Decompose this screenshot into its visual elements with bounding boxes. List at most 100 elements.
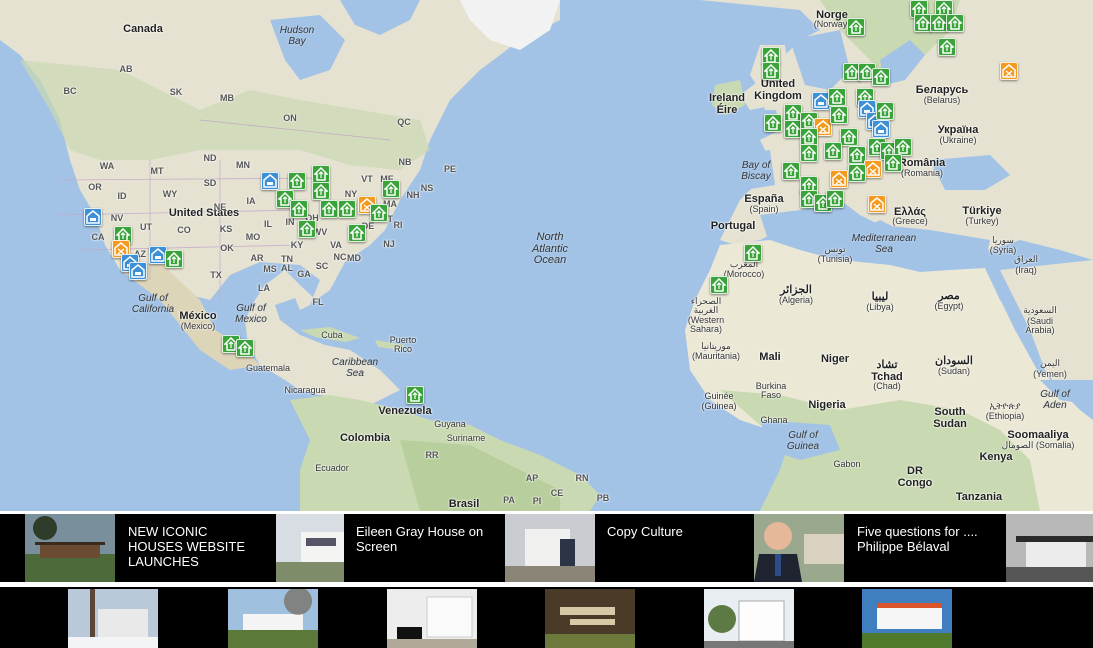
state-label: VT — [361, 174, 373, 184]
news-item[interactable]: NEW ICONIC HOUSES WEBSITE LAUNCHES — [0, 514, 275, 582]
label-romania-sub: (Romania) — [900, 168, 944, 178]
label-north-atlantic: North Atlantic Ocean — [531, 231, 569, 267]
building-marker[interactable] — [261, 172, 279, 190]
house-marker[interactable] — [884, 154, 902, 172]
building-marker[interactable] — [872, 120, 890, 138]
state-label: MT — [150, 166, 164, 176]
label-niger: Niger — [820, 353, 850, 365]
house-marker[interactable] — [320, 200, 338, 218]
house-marker[interactable] — [165, 250, 183, 268]
house-marker[interactable] — [828, 88, 846, 106]
state-label: ND — [203, 153, 217, 163]
house-marker[interactable] — [824, 142, 842, 160]
house-marker[interactable] — [348, 224, 366, 242]
news-item[interactable]: Eileen Gray House on Screen — [276, 514, 504, 582]
news-item[interactable]: Copy Culture — [505, 514, 753, 582]
label-ukraine-sub: (Ukraine) — [939, 135, 977, 145]
gallery-thumbnail[interactable] — [862, 589, 952, 648]
state-label: UT — [140, 222, 152, 232]
house-marker[interactable] — [826, 190, 844, 208]
gallery-thumbnail[interactable] — [68, 589, 158, 648]
building-marker[interactable] — [129, 262, 147, 280]
house-marker[interactable] — [406, 386, 424, 404]
house-marker[interactable] — [288, 172, 306, 190]
news-title[interactable]: Five questions for .... Philippe Bélaval — [857, 524, 997, 554]
news-title[interactable]: NEW ICONIC HOUSES WEBSITE LAUNCHES — [128, 524, 258, 569]
house-marker[interactable] — [782, 162, 800, 180]
house-marker[interactable] — [370, 204, 388, 222]
closed-house-marker[interactable] — [868, 195, 886, 213]
state-label: AL — [281, 263, 293, 273]
house-marker[interactable] — [938, 38, 956, 56]
label-ecuador: Ecuador — [315, 463, 349, 473]
house-marker[interactable] — [312, 182, 330, 200]
gallery-thumbnail[interactable] — [545, 589, 635, 648]
label-espana-sub: (Spain) — [749, 204, 779, 214]
state-label: IA — [246, 196, 256, 206]
house-marker[interactable] — [298, 220, 316, 238]
house-marker[interactable] — [946, 14, 964, 32]
world-map[interactable]: Canada Hudson Bay United States México (… — [0, 0, 1093, 511]
house-marker[interactable] — [290, 200, 308, 218]
news-thumbnail — [754, 514, 844, 582]
label-mexico-sub: (Mexico) — [180, 321, 216, 331]
closed-house-marker[interactable] — [1000, 62, 1018, 80]
label-yemen-sub: (Yemen) — [1033, 369, 1067, 379]
state-label: NH — [406, 190, 420, 200]
gallery-thumbnail[interactable] — [704, 589, 794, 648]
state-label: AB — [119, 64, 133, 74]
news-title[interactable]: Eileen Gray House on Screen — [356, 524, 496, 554]
label-sudan-sub: (Sudan) — [937, 366, 971, 376]
label-egypt-sub: (Egypt) — [934, 301, 964, 311]
house-marker[interactable] — [847, 18, 865, 36]
label-portugal: Portugal — [710, 220, 756, 232]
house-marker[interactable] — [830, 106, 848, 124]
building-marker[interactable] — [84, 208, 102, 226]
state-label: CO — [177, 225, 191, 235]
house-marker[interactable] — [848, 164, 866, 182]
label-puerto-rico: Puerto Rico — [389, 335, 417, 355]
house-marker[interactable] — [710, 276, 728, 294]
house-marker[interactable] — [840, 128, 858, 146]
label-mali: Mali — [759, 351, 781, 363]
news-item[interactable]: Five questions for .... Philippe Bélaval — [754, 514, 1004, 582]
label-yemen: اليمن — [1039, 358, 1061, 368]
house-marker[interactable] — [312, 165, 330, 183]
state-label: OR — [88, 182, 102, 192]
state-label: PB — [596, 493, 610, 503]
house-marker[interactable] — [800, 144, 818, 162]
news-strip: NEW ICONIC HOUSES WEBSITE LAUNCHES Eilee… — [0, 514, 1093, 582]
state-label: AP — [525, 473, 539, 483]
label-gulf-mexico: Gulf of Mexico — [235, 303, 267, 325]
house-marker[interactable] — [744, 244, 762, 262]
label-gulf-guinea: Gulf of Guinea — [786, 430, 820, 452]
label-saudi-sub: (Saudi Arabia) — [1025, 316, 1055, 336]
house-marker[interactable] — [872, 68, 890, 86]
state-label: PA — [503, 495, 515, 505]
house-marker[interactable] — [876, 102, 894, 120]
state-label: VA — [330, 240, 342, 250]
label-colombia: Colombia — [339, 432, 391, 444]
gallery-thumbnail[interactable] — [387, 589, 477, 648]
state-label: RI — [393, 220, 403, 230]
label-gulf-california: Gulf of California — [131, 293, 175, 315]
house-marker[interactable] — [338, 200, 356, 218]
closed-house-marker[interactable] — [830, 170, 848, 188]
house-marker[interactable] — [762, 62, 780, 80]
news-thumbnail — [25, 514, 115, 582]
state-label: MD — [347, 253, 361, 263]
news-title[interactable]: Copy Culture — [607, 524, 747, 539]
house-marker[interactable] — [764, 114, 782, 132]
news-thumbnail[interactable] — [1006, 514, 1093, 582]
label-iraq: العراق — [1013, 254, 1039, 264]
closed-house-marker[interactable] — [864, 160, 882, 178]
gallery-thumbnail[interactable] — [228, 589, 318, 648]
label-syria-sub: (Syria) — [989, 245, 1017, 255]
label-south-sudan: South Sudan — [933, 406, 967, 430]
label-belarus-sub: (Belarus) — [923, 95, 961, 105]
state-label: CA — [91, 232, 105, 242]
house-marker[interactable] — [236, 339, 254, 357]
state-label: SK — [169, 87, 183, 97]
label-saudi: السعودية — [1023, 305, 1057, 315]
house-marker[interactable] — [382, 180, 400, 198]
